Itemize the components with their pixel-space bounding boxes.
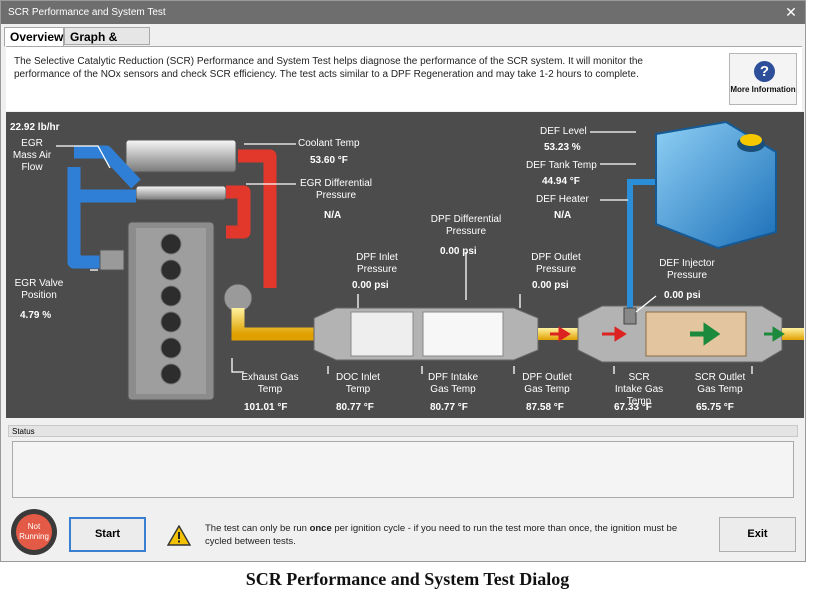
dpf-intake-gas-temp-value: 80.77 °F [430, 402, 468, 413]
def-tank [655, 120, 777, 250]
egr-diff-pressure-value: N/A [324, 210, 342, 221]
engine-block [127, 221, 215, 401]
def-injector-pressure-value: 0.00 psi [664, 290, 701, 301]
dpf-inlet-pressure-label: DPF Inlet Pressure [356, 252, 398, 275]
warning-icon [167, 525, 191, 546]
status-output [12, 441, 794, 498]
dpf-outlet-gas-temp-value: 87.58 °F [526, 402, 564, 413]
egr-diff-pressure-label: EGR Differential Pressure [299, 178, 373, 201]
start-button[interactable]: Start [69, 517, 146, 552]
egr-hot-pipe [226, 149, 277, 288]
exit-button[interactable]: Exit [719, 517, 796, 552]
coolant-temp-value: 53.60 °F [310, 155, 348, 166]
dpf-diff-pressure-value: 0.00 psi [440, 246, 477, 257]
def-level-label: DEF Level [540, 126, 587, 137]
dpf-outlet-pressure-value: 0.00 psi [532, 280, 569, 291]
def-tank-temp-label: DEF Tank Temp [526, 160, 597, 171]
figure-caption: SCR Performance and System Test Dialog [245, 569, 570, 589]
def-heater-value: N/A [554, 210, 572, 221]
exhaust-gas-temp-value: 101.01 °F [244, 402, 288, 413]
def-injector-pressure-label: DEF Injector Pressure [659, 258, 715, 281]
notice-bold: once [309, 523, 332, 534]
run-state-line1: Not [27, 522, 41, 531]
title-bar: SCR Performance and System Test ✕ [1, 1, 805, 24]
dpf-diff-pressure-label: DPF Differential Pressure [430, 214, 502, 237]
more-information-button[interactable]: ? More Information [729, 53, 797, 105]
tab-graph-data[interactable]: Graph & Data [64, 27, 150, 62]
status-header: Status [8, 425, 798, 437]
turbocharger [223, 283, 253, 313]
bottom-bar: Not Running Start The test can only be r… [1, 503, 805, 561]
doc-dpf-canister [313, 307, 539, 361]
more-information-label: More Information [730, 85, 796, 94]
dpf-inlet-pressure-value: 0.00 psi [352, 280, 389, 291]
coolant-temp-label: Coolant Temp [298, 138, 360, 149]
scr-system-diagram: 22.92 lb/hr EGR Mass Air Flow Coolant Te… [6, 112, 804, 418]
egr-valve [99, 249, 125, 271]
def-heater-label: DEF Heater [536, 194, 589, 205]
exhaust-gas-temp-label: Exhaust Gas Temp [241, 372, 299, 395]
egr-mass-air-flow-value: 22.92 lb/hr [10, 122, 60, 133]
def-tank-temp-value: 44.94 °F [542, 176, 580, 187]
dpf-intake-gas-temp-label: DPF Intake Gas Temp [427, 372, 479, 395]
tail-pipe [782, 328, 804, 340]
close-icon[interactable]: ✕ [783, 1, 799, 24]
def-level-value: 53.23 % [544, 142, 581, 153]
question-icon: ? [754, 61, 775, 82]
tab-overview[interactable]: Overview [4, 27, 64, 47]
ignition-notice: The test can only be run once per igniti… [205, 522, 695, 548]
scr-test-dialog: SCR Performance and System Test ✕ Overvi… [0, 0, 806, 562]
scr-outlet-gas-temp-value: 65.75 °F [696, 402, 734, 413]
doc-inlet-temp-label: DOC Inlet Temp [336, 372, 380, 395]
notice-pre: The test can only be run [205, 523, 310, 534]
dpf-outlet-gas-temp-label: DPF Outlet Gas Temp [522, 372, 572, 395]
scr-outlet-gas-temp-label: SCR Outlet Gas Temp [694, 372, 746, 395]
description-panel: The Selective Catalytic Reduction (SCR) … [6, 46, 802, 111]
run-state-lamp: Not Running [16, 514, 52, 550]
dpf-outlet-pressure-label: DPF Outlet Pressure [531, 252, 581, 275]
exhaust-pipe [231, 308, 316, 341]
egr-valve-position-value: 4.79 % [20, 310, 52, 321]
run-state-line2: Running [19, 532, 49, 541]
egr-cool-pipe [67, 145, 141, 269]
window-title: SCR Performance and System Test [8, 7, 166, 18]
egr-valve-position-label: EGR Valve Position [14, 278, 64, 301]
description-text: The Selective Catalytic Reduction (SCR) … [14, 56, 643, 80]
doc-inlet-temp-value: 80.77 °F [336, 402, 374, 413]
run-state-indicator: Not Running [11, 509, 57, 555]
egr-mass-air-flow-label: EGR Mass Air Flow [12, 138, 52, 173]
def-injector [623, 307, 637, 325]
scr-intake-gas-temp-value: 67.33 °F [614, 402, 652, 413]
egr-cooler [125, 139, 237, 201]
